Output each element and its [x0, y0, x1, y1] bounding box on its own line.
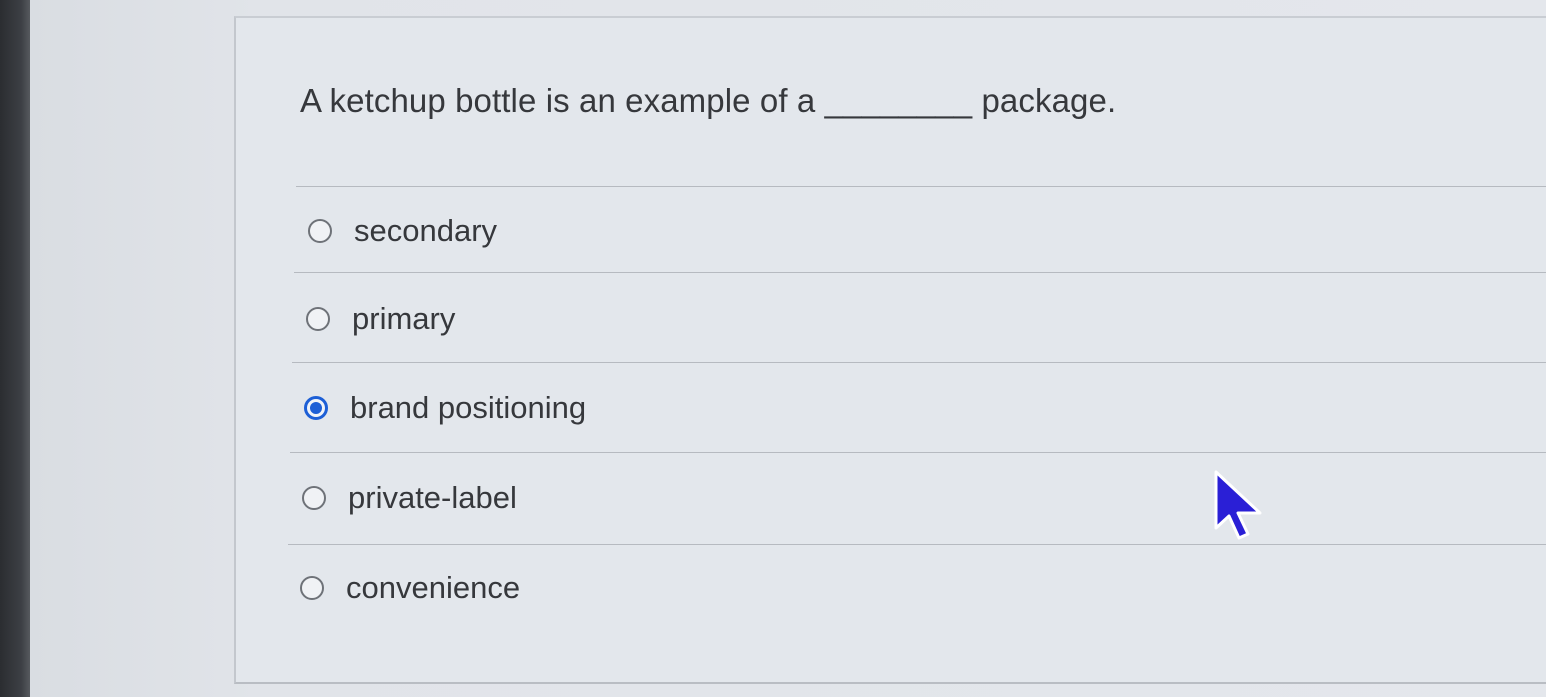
option-primary[interactable]: primary — [306, 297, 455, 341]
divider — [296, 186, 1546, 187]
radio-button-icon[interactable] — [304, 396, 328, 420]
divider — [288, 544, 1546, 545]
divider — [290, 452, 1546, 453]
mouse-pointer-icon — [1214, 470, 1262, 540]
radio-button-icon[interactable] — [300, 576, 324, 600]
option-label: secondary — [354, 213, 498, 248]
option-label: primary — [352, 301, 456, 336]
option-secondary[interactable]: secondary — [308, 209, 497, 253]
divider — [294, 272, 1546, 273]
radio-button-icon[interactable] — [302, 486, 326, 510]
radio-button-icon[interactable] — [306, 307, 330, 331]
divider — [292, 362, 1546, 363]
question-text: A ketchup bottle is an example of a ____… — [300, 82, 1117, 119]
option-convenience[interactable]: convenience — [300, 566, 520, 610]
option-private-label[interactable]: private-label — [302, 476, 517, 520]
option-label: brand positioning — [350, 390, 587, 425]
screen-bezel — [0, 0, 30, 697]
option-brand-positioning[interactable]: brand positioning — [304, 386, 586, 430]
option-label: convenience — [346, 570, 521, 605]
option-label: private-label — [348, 480, 517, 515]
radio-button-icon[interactable] — [308, 219, 332, 243]
